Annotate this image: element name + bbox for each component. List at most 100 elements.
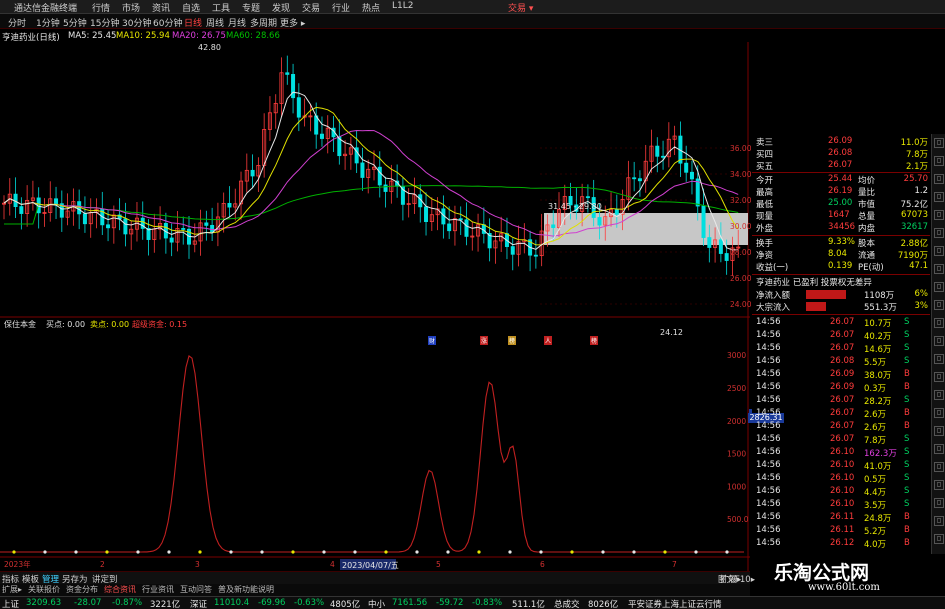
period-tab-15m[interactable]: 15分钟 [90, 16, 119, 29]
period-tab-intraday[interactable]: 分时 [8, 16, 26, 29]
tick-price: 26.07 [830, 343, 855, 353]
menu-item-news[interactable]: 资讯 [152, 1, 170, 14]
period-tab-daily[interactable]: 日线 [184, 16, 202, 29]
toolbar-icon[interactable]: ◻ [934, 210, 944, 220]
toolbar-icon[interactable]: ◻ [934, 192, 944, 202]
flow-pct: 6% [914, 289, 929, 299]
total-turnover-value: 8026亿 [588, 600, 619, 609]
index-name[interactable]: 上证 [2, 598, 19, 609]
toolbar-icon[interactable]: ◻ [934, 246, 944, 256]
tick-side: S [904, 473, 910, 483]
stat-label: 最高 [756, 188, 774, 198]
stat-label: 流通 [858, 251, 876, 261]
menu-item-industry[interactable]: 行业 [332, 1, 350, 14]
baseline-dot [105, 550, 109, 554]
tick-time: 14:56 [756, 408, 781, 418]
menu-item-market[interactable]: 市场 [122, 1, 140, 14]
event-marker-4[interactable]: 人 [545, 338, 551, 345]
trade-dropdown[interactable]: 交易 ▾ [508, 1, 533, 14]
tick-side: S [904, 486, 910, 496]
stock-info-bar[interactable]: 亨迪药业 已盈利 投票权无差异 [752, 276, 930, 288]
order-vol: 7.8万 [905, 150, 928, 160]
toolbar-icon[interactable]: ◻ [934, 462, 944, 472]
menu-item-l1l2[interactable]: L1L2 [392, 1, 413, 11]
toolbar-icon[interactable]: ◻ [934, 480, 944, 490]
info-tab[interactable]: 行业资讯 [142, 584, 174, 595]
indicator-tabs: 指标 模板 管理 另存为 讲定到 扩展▸ 图文F10▸ [0, 571, 755, 585]
toolbar-icon[interactable]: ◻ [934, 138, 944, 148]
info-tab[interactable]: 资金分布 [66, 584, 98, 595]
indicator-name[interactable]: 保住本金 [4, 319, 36, 329]
price-tick-label: 26.00 [730, 274, 752, 283]
period-tab-30m[interactable]: 30分钟 [122, 16, 151, 29]
tick-price: 26.10 [830, 447, 855, 457]
index-name[interactable]: 中小 [368, 598, 385, 609]
toolbar-icon[interactable]: ◻ [934, 174, 944, 184]
info-tab[interactable]: 综合资讯 [104, 584, 136, 595]
toolbar-icon[interactable]: ◻ [934, 300, 944, 310]
stat-label: 量比 [858, 188, 876, 198]
broker-label[interactable]: 平安证券上海上证云行情 [628, 598, 722, 609]
event-marker-2[interactable]: 涨 [481, 337, 487, 345]
event-marker-3[interactable]: 榜 [509, 337, 515, 345]
menu-item-trade[interactable]: 交易 [302, 1, 320, 14]
tick-side: B [904, 382, 910, 392]
info-tab[interactable]: 普及新功能说明 [218, 584, 274, 595]
toolbar-icon[interactable]: ◻ [934, 390, 944, 400]
toolbar-icon[interactable]: ◻ [934, 444, 944, 454]
baseline-dot [12, 550, 16, 554]
info-tab[interactable]: 关联报价 [28, 584, 60, 595]
date-axis-label: 3 [195, 560, 200, 569]
toolbar-icon[interactable]: ◻ [934, 282, 944, 292]
toolbar-icon[interactable]: ◻ [934, 516, 944, 526]
period-tab-more[interactable]: 更多 ▸ [280, 16, 305, 29]
event-marker-5[interactable]: 榜 [591, 337, 597, 345]
date-tag: 2023/04/07/五 [342, 561, 399, 570]
order-row: 买四 26.08 7.8万 [752, 148, 930, 160]
toolbar-icon[interactable]: ◻ [934, 534, 944, 544]
toolbar-icon[interactable]: ◻ [934, 498, 944, 508]
menu-item-discover[interactable]: 发现 [272, 1, 290, 14]
menu-item-watchlist[interactable]: 自选 [182, 1, 200, 14]
menu-item-hot[interactable]: 热点 [362, 1, 380, 14]
trade-tick-row: 14:56 26.12 4.0万 B [752, 537, 930, 550]
trade-tick-row: 14:56 26.10 4.4万 S [752, 485, 930, 498]
index-change: -28.07 [74, 598, 102, 608]
baseline-dot [632, 550, 636, 554]
baseline-dot [291, 550, 295, 554]
toolbar-icon[interactable]: ◻ [934, 408, 944, 418]
period-tab-1m[interactable]: 1分钟 [36, 16, 60, 29]
toolbar-icon[interactable]: ◻ [934, 156, 944, 166]
toolbar-icon[interactable]: ◻ [934, 354, 944, 364]
tick-price: 26.07 [830, 408, 855, 418]
stat-label: 收益(一) [756, 263, 789, 273]
tick-time: 14:56 [756, 317, 781, 327]
period-tab-monthly[interactable]: 月线 [228, 16, 246, 29]
candle-body [250, 169, 255, 177]
index-name[interactable]: 深证 [190, 598, 207, 609]
stat-label: 现量 [756, 212, 774, 222]
toolbar-icon[interactable]: ◻ [934, 372, 944, 382]
tick-price: 26.07 [830, 330, 855, 340]
period-tab-weekly[interactable]: 周线 [206, 16, 224, 29]
menu-item-tools[interactable]: 工具 [212, 1, 230, 14]
price-tick-label: 24.00 [730, 300, 752, 309]
menu-item-hq[interactable]: 行情 [92, 1, 110, 14]
toolbar-icon[interactable]: ◻ [934, 336, 944, 346]
info-tab[interactable]: 扩展▸ [2, 584, 22, 595]
period-tab-5m[interactable]: 5分钟 [63, 16, 87, 29]
period-tab-60m[interactable]: 60分钟 [153, 16, 182, 29]
flow-label: 净流入额 [756, 291, 791, 301]
event-marker-1[interactable]: 财 [429, 337, 435, 345]
tick-side: B [904, 421, 910, 431]
toolbar-icon[interactable]: ◻ [934, 264, 944, 274]
kline-chart-area[interactable]: 42.80 24.12 31.45 - 29.80 36.00 34.00 32.0… [0, 42, 752, 571]
index-amount: 4805亿 [330, 600, 361, 609]
toolbar-icon[interactable]: ◻ [934, 228, 944, 238]
toolbar-icon[interactable]: ◻ [934, 426, 944, 436]
period-tab-multi[interactable]: 多周期 [250, 16, 277, 29]
tick-side: B [904, 408, 910, 418]
menu-item-topics[interactable]: 专题 [242, 1, 260, 14]
info-tab[interactable]: 互动问答 [180, 584, 212, 595]
toolbar-icon[interactable]: ◻ [934, 318, 944, 328]
